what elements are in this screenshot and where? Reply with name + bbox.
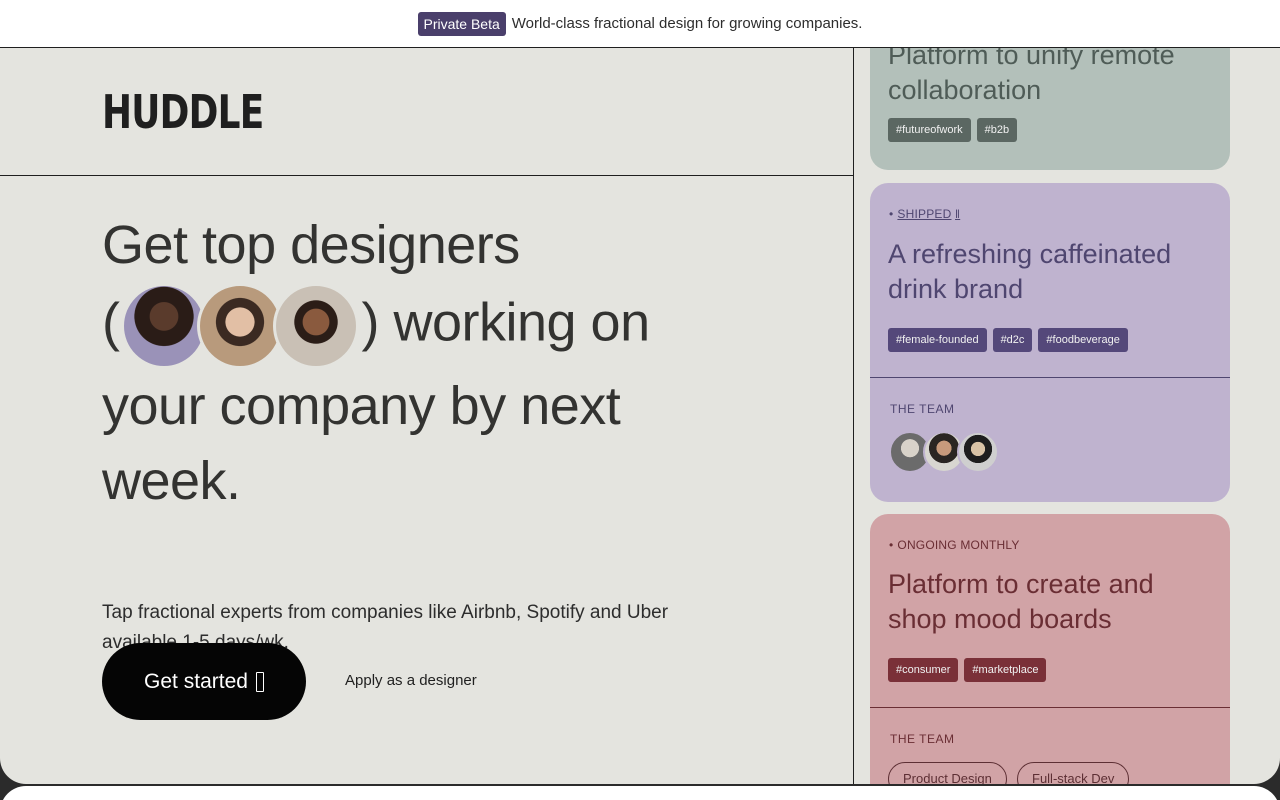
tag[interactable]: #d2c xyxy=(992,328,1033,352)
tag[interactable]: #futureofwork xyxy=(888,118,971,142)
project-status: • ONGOING MONTHLY xyxy=(889,538,1020,552)
get-started-label: Get started xyxy=(144,669,248,693)
team-avatars xyxy=(889,431,999,473)
project-title: Platform to create and shop mood boards xyxy=(888,569,1154,634)
status-icon: ‖ xyxy=(955,207,961,221)
team-label: THE TEAM xyxy=(890,732,955,746)
project-title: Platform to unify remote collaboration xyxy=(888,48,1175,105)
banner-text: World-class fractional design for growin… xyxy=(511,15,863,32)
status-label[interactable]: SHIPPED xyxy=(897,207,951,221)
hero-title: Get top designers () working on your com… xyxy=(102,208,742,519)
site-header: HUDDLE xyxy=(0,48,853,176)
tag[interactable]: #foodbeverage xyxy=(1038,328,1128,352)
team-member-avatar[interactable] xyxy=(957,431,999,473)
hero-column: HUDDLE Get top designers () working on y… xyxy=(0,48,854,784)
page-panel: HUDDLE Get top designers () working on y… xyxy=(0,48,1280,784)
designer-avatars xyxy=(121,283,360,369)
project-tags: #consumer #marketplace xyxy=(888,658,1047,682)
hero-title-line1: Get top designers xyxy=(102,215,520,275)
apply-as-designer-link[interactable]: Apply as a designer xyxy=(345,672,477,689)
tag[interactable]: #consumer xyxy=(888,658,959,682)
designer-avatar-1 xyxy=(121,283,208,369)
team-label: THE TEAM xyxy=(890,402,955,416)
tag[interactable]: #marketplace xyxy=(964,658,1047,682)
designer-avatar-3 xyxy=(273,283,360,369)
hero-title-paren: ( xyxy=(102,292,120,353)
project-card-collaboration[interactable]: Platform to unify remote collaboration #… xyxy=(870,48,1230,170)
project-status: • SHIPPED ‖ xyxy=(889,207,961,221)
status-label: ONGOING MONTHLY xyxy=(897,538,1020,552)
get-started-button[interactable]: Get started xyxy=(102,643,306,720)
project-title: A refreshing caffeinated drink brand xyxy=(888,239,1172,304)
project-card-drink-brand[interactable]: • SHIPPED ‖ A refreshing caffeinated drin… xyxy=(870,183,1230,502)
announcement-banner: Private Beta World-class fractional desi… xyxy=(0,0,1280,48)
role-pill-full-stack-dev: Full-stack Dev xyxy=(1017,762,1130,784)
huddle-logo[interactable]: HUDDLE xyxy=(102,88,264,136)
private-beta-badge: Private Beta xyxy=(417,11,506,36)
projects-column: Platform to unify remote collaboration #… xyxy=(854,48,1280,784)
designer-avatar-2 xyxy=(197,283,284,369)
card-divider xyxy=(870,707,1230,708)
next-section-panel xyxy=(0,786,1280,800)
beta-tag-icon xyxy=(255,671,264,692)
card-divider xyxy=(870,377,1230,378)
tag[interactable]: #b2b xyxy=(976,118,1018,142)
role-pill-product-design: Product Design xyxy=(888,762,1007,784)
project-tags: #female-founded #d2c #foodbeverage xyxy=(888,328,1128,352)
project-tags: #futureofwork #b2b xyxy=(888,118,1018,142)
tag[interactable]: #female-founded xyxy=(888,328,987,352)
project-card-mood-boards[interactable]: • ONGOING MONTHLY Platform to create and … xyxy=(870,514,1230,784)
